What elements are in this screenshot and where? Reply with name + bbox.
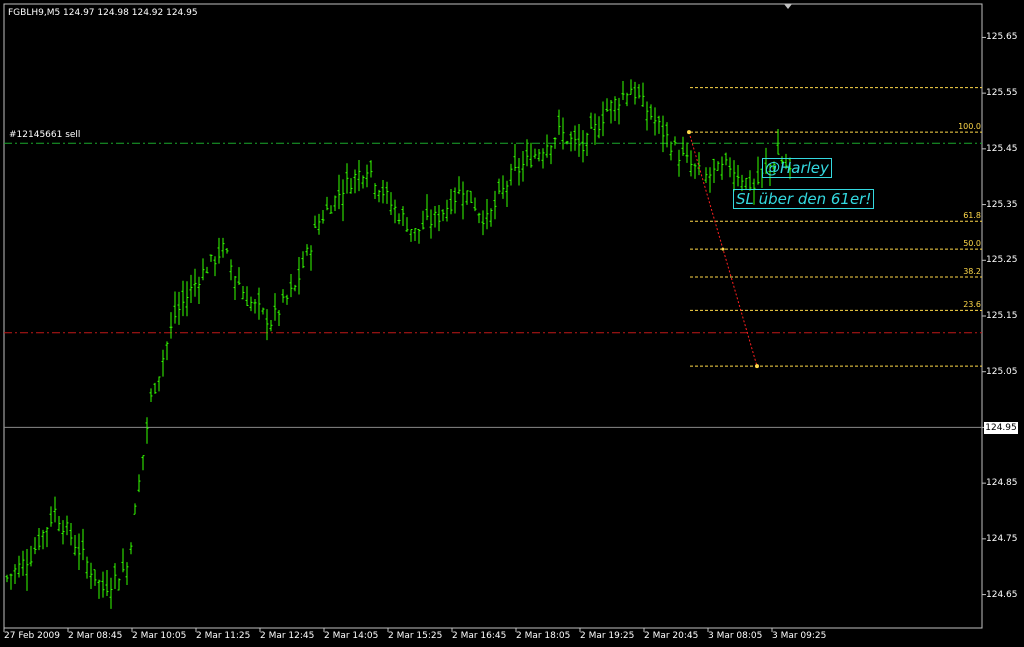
fib-midpoint <box>721 247 725 251</box>
time-tick-label: 2 Mar 08:45 <box>68 631 123 641</box>
price-tick-label: 124.85 <box>986 478 1018 489</box>
time-tick-label: 2 Mar 20:45 <box>644 631 699 641</box>
fib-level-label: 23.6 <box>963 300 981 310</box>
time-tick-label: 2 Mar 14:05 <box>324 631 379 641</box>
time-tick-label: 2 Mar 16:45 <box>452 631 507 641</box>
order-label: #12145661 sell <box>9 130 81 140</box>
price-tick-label: 124.65 <box>986 589 1018 600</box>
price-chart[interactable] <box>0 0 1024 647</box>
time-tick-label: 2 Mar 10:05 <box>132 631 187 641</box>
fib-level-label: 50.0 <box>963 239 981 249</box>
time-tick-label: 3 Mar 09:25 <box>772 631 827 641</box>
time-tick-label: 2 Mar 19:25 <box>580 631 635 641</box>
time-tick-label: 2 Mar 18:05 <box>516 631 571 641</box>
price-tick-label: 124.75 <box>986 533 1018 544</box>
fib-anchor-low <box>755 364 759 369</box>
annotation-harley[interactable]: @Harley <box>762 158 832 178</box>
fib-anchor-high <box>687 130 691 135</box>
time-tick-label: 3 Mar 08:05 <box>708 631 763 641</box>
annotation-stop-loss[interactable]: SL über den 61er! <box>733 189 875 209</box>
time-tick-label: 2 Mar 15:25 <box>388 631 443 641</box>
price-tick-label: 125.45 <box>986 143 1018 154</box>
price-tick-label: 125.65 <box>986 32 1018 43</box>
time-tick-label: 2 Mar 12:45 <box>260 631 315 641</box>
price-tick-label: 125.35 <box>986 199 1018 210</box>
price-tick-label: 125.05 <box>986 366 1018 377</box>
fib-level-label: 100.0 <box>958 122 981 132</box>
fib-level-label: 38.2 <box>963 267 981 276</box>
current-price-label: 124.95 <box>984 422 1018 434</box>
time-tick-label: 27 Feb 2009 <box>4 631 61 641</box>
price-tick-label: 125.55 <box>986 88 1018 99</box>
symbol-info: FGBLH9,M5 124.97 124.98 124.92 124.95 <box>8 8 198 18</box>
time-tick-label: 2 Mar 11:25 <box>196 631 251 641</box>
fib-level-label: 61.8 <box>963 211 981 221</box>
price-tick-label: 125.15 <box>986 311 1018 321</box>
price-tick-label: 125.25 <box>986 255 1018 266</box>
